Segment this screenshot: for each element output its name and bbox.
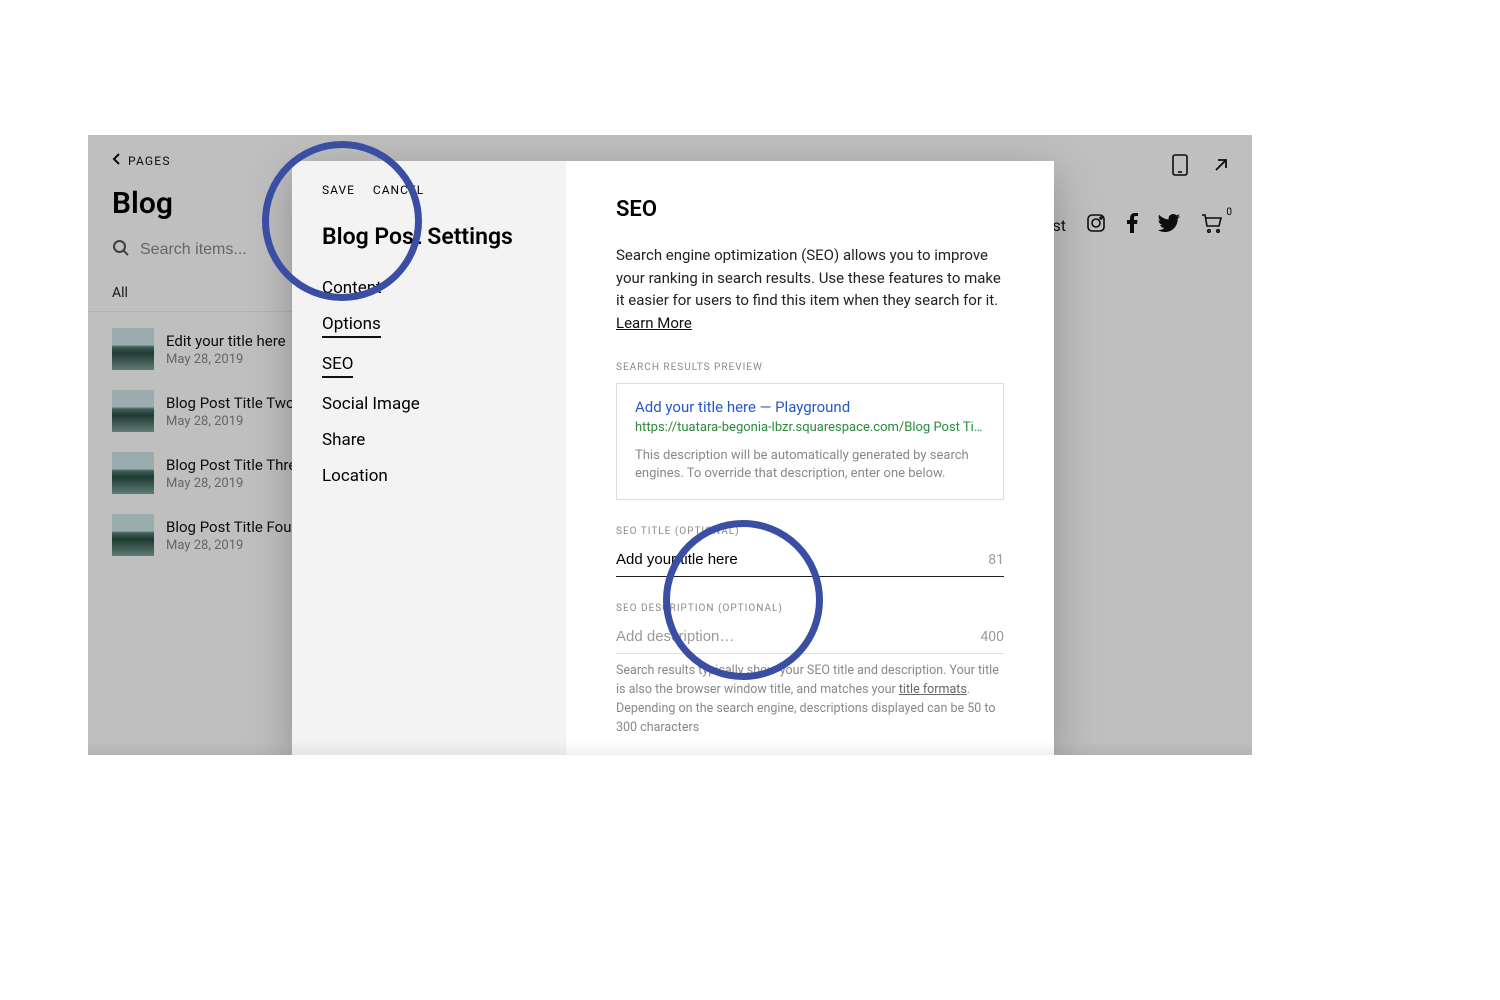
seo-heading: SEO bbox=[616, 197, 1004, 222]
nav-share[interactable]: Share bbox=[322, 430, 365, 450]
nav-content[interactable]: Content bbox=[322, 278, 382, 298]
seo-desc-label: SEO DESCRIPTION (OPTIONAL) bbox=[616, 603, 1004, 614]
title-formats-link[interactable]: title formats bbox=[899, 682, 967, 697]
blog-post-settings-modal: SAVE CANCEL Blog Post Settings Content O… bbox=[292, 161, 1054, 755]
preview-label: SEARCH RESULTS PREVIEW bbox=[616, 362, 1004, 373]
preview-description: This description will be automatically g… bbox=[635, 447, 985, 483]
seo-description-input[interactable] bbox=[616, 628, 980, 645]
seo-title-counter: 81 bbox=[988, 552, 1004, 568]
seo-description-field: SEO DESCRIPTION (OPTIONAL) 400 Search re… bbox=[616, 603, 1004, 737]
learn-more-link[interactable]: Learn More bbox=[616, 314, 692, 332]
preview-title: Add your title here — Playground bbox=[635, 398, 985, 416]
modal-sidebar: SAVE CANCEL Blog Post Settings Content O… bbox=[292, 161, 566, 755]
preview-url: https://tuatara-begonia-lbzr.squarespace… bbox=[635, 420, 985, 435]
search-results-preview: Add your title here — Playground https:/… bbox=[616, 383, 1004, 500]
app-window: PAGES Blog All Edit your title here May … bbox=[88, 135, 1252, 755]
seo-desc-counter: 400 bbox=[980, 629, 1004, 645]
nav-location[interactable]: Location bbox=[322, 466, 388, 486]
modal-nav: Content Options SEO Social Image Share L… bbox=[322, 278, 536, 486]
seo-title-field: SEO TITLE (OPTIONAL) 81 bbox=[616, 526, 1004, 577]
seo-title-label: SEO TITLE (OPTIONAL) bbox=[616, 526, 1004, 537]
modal-title: Blog Post Settings bbox=[322, 223, 536, 250]
nav-social-image[interactable]: Social Image bbox=[322, 394, 420, 414]
seo-helper-text: Search results typically show your SEO t… bbox=[616, 662, 1004, 737]
cancel-button[interactable]: CANCEL bbox=[373, 183, 424, 197]
nav-options[interactable]: Options bbox=[322, 314, 381, 338]
nav-seo[interactable]: SEO bbox=[322, 354, 353, 378]
seo-title-input[interactable] bbox=[616, 551, 988, 568]
save-button[interactable]: SAVE bbox=[322, 183, 355, 197]
seo-intro: Search engine optimization (SEO) allows … bbox=[616, 244, 1004, 334]
modal-main: SEO Search engine optimization (SEO) all… bbox=[566, 161, 1054, 755]
